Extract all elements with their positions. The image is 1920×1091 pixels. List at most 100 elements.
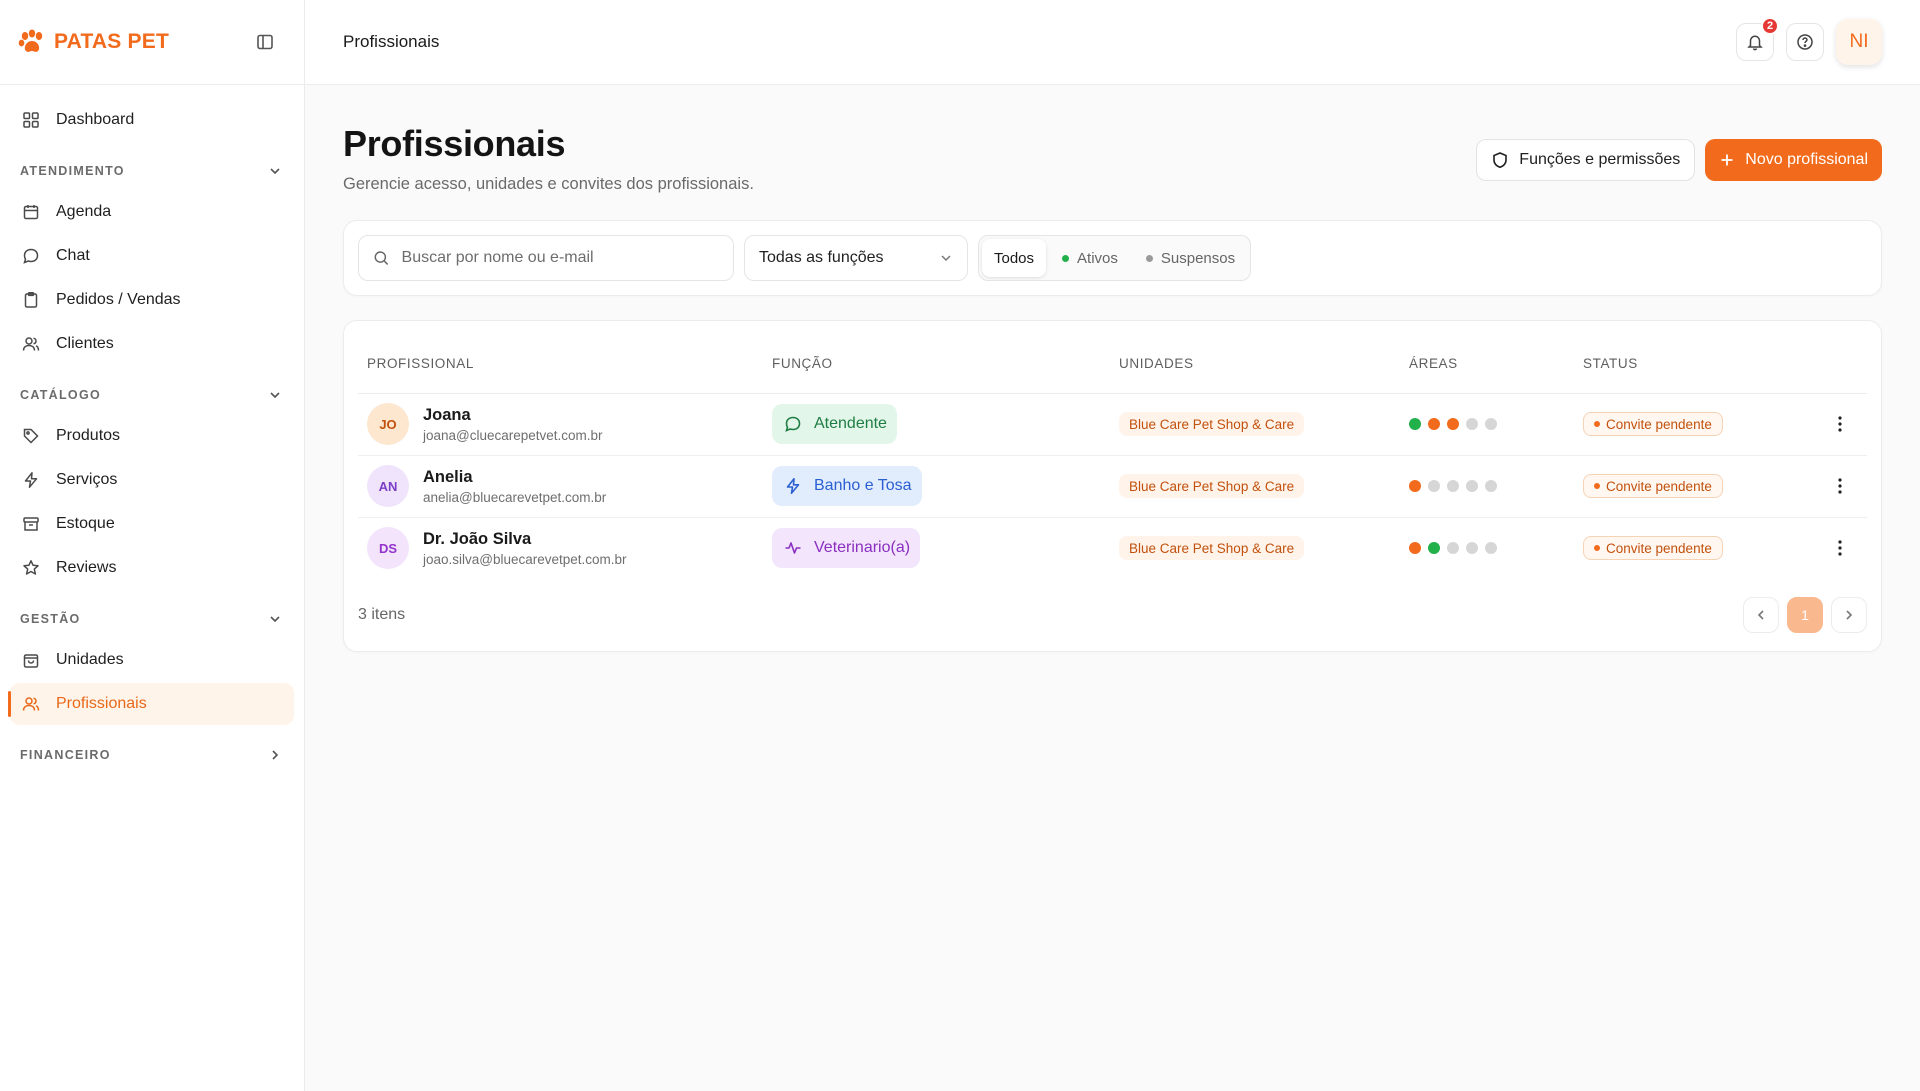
search-field[interactable] — [358, 235, 734, 281]
shield-icon — [1493, 152, 1508, 169]
sidebar-item-profissionais[interactable]: Profissionais — [8, 683, 294, 725]
star-icon — [20, 557, 42, 579]
table-row[interactable]: JO Joana joana@cluecarepetvet.com.br Ate… — [358, 393, 1867, 456]
sidebar-item-estoque[interactable]: Estoque — [10, 503, 294, 545]
professional-cell: DS Dr. João Silva joao.silva@bluecarevet… — [367, 527, 754, 570]
more-vertical-icon — [1838, 478, 1842, 494]
role-label: Veterinario(a) — [814, 539, 911, 557]
area-dot-gray — [1466, 418, 1478, 430]
sidebar-item-chat[interactable]: Chat — [10, 235, 294, 277]
sidebar-item-clientes[interactable]: Clientes — [10, 323, 294, 365]
status-dot — [1594, 545, 1600, 552]
role-badge: Atendente — [772, 404, 897, 444]
section-atendimento[interactable]: ATENDIMENTO — [10, 151, 294, 191]
roles-permissions-label: Funções e permissões — [1519, 151, 1681, 168]
next-page-button[interactable] — [1831, 597, 1867, 633]
prev-page-button[interactable] — [1743, 597, 1779, 633]
area-dot-green — [1428, 542, 1440, 555]
professional-cell: AN Anelia anelia@bluecarevetpet.com.br — [367, 465, 754, 507]
status-badge: Convite pendente — [1583, 474, 1723, 498]
unit-tag: Blue Care Pet Shop & Care — [1119, 474, 1305, 498]
chat-icon — [20, 245, 42, 267]
section-label: ATENDIMENTO — [20, 164, 125, 178]
status-badge: Convite pendente — [1583, 412, 1723, 436]
tab-todos[interactable]: Todos — [982, 239, 1047, 277]
sidebar-nav: Dashboard ATENDIMENTO Agenda Chat Pedido… — [0, 85, 304, 789]
status-badge: Convite pendente — [1583, 536, 1723, 561]
archive-icon — [20, 513, 42, 535]
role-label: Banho e Tosa — [814, 477, 912, 494]
table-row[interactable]: AN Anelia anelia@bluecarevetpet.com.br B… — [358, 455, 1867, 518]
sidebar-item-reviews[interactable]: Reviews — [10, 547, 294, 589]
areas-indicator — [1409, 542, 1565, 555]
status-label: Convite pendente — [1606, 416, 1712, 432]
row-actions-button[interactable] — [1826, 534, 1854, 562]
pagination: 1 — [1743, 597, 1867, 633]
status-dot — [1145, 254, 1153, 262]
unit-tag: Blue Care Pet Shop & Care — [1119, 536, 1305, 561]
tab-label: Suspensos — [1160, 249, 1236, 267]
sidebar-item-dashboard[interactable]: Dashboard — [10, 99, 294, 141]
areas-indicator — [1409, 480, 1565, 492]
sidebar-item-label: Estoque — [56, 515, 115, 532]
sidebar-item-unidades[interactable]: Unidades — [10, 639, 294, 681]
avatar: JO — [367, 403, 409, 445]
filter-bar: Todas as funções Todos Ativos Suspensos — [343, 220, 1882, 296]
role-filter-select[interactable]: Todas as funções — [744, 235, 968, 281]
status-label: Convite pendente — [1606, 478, 1712, 494]
column-header[interactable]: FUNÇÃO — [763, 335, 1110, 394]
sidebar-item-servicos[interactable]: Serviços — [10, 459, 294, 501]
professional-cell: JO Joana joana@cluecarepetvet.com.br — [367, 403, 754, 445]
sidebar-item-produtos[interactable]: Produtos — [10, 415, 294, 457]
row-actions-button[interactable] — [1826, 410, 1854, 438]
area-dot-gray — [1447, 542, 1459, 555]
tab-ativos[interactable]: Ativos — [1050, 239, 1130, 277]
chevron-right-icon — [1846, 610, 1853, 620]
brand-logo[interactable]: PATAS PET — [18, 29, 169, 55]
header-actions: Funções e permissões Novo profissional — [1476, 139, 1882, 181]
sidebar-item-pedidos[interactable]: Pedidos / Vendas — [10, 279, 294, 321]
unit-tag: Blue Care Pet Shop & Care — [1119, 412, 1305, 436]
roles-permissions-button[interactable]: Funções e permissões — [1476, 139, 1696, 181]
status-dot — [1594, 483, 1600, 489]
professional-name: Joana — [423, 405, 471, 424]
column-header[interactable]: UNIDADES — [1110, 335, 1400, 394]
sidebar-toggle-button[interactable] — [250, 27, 280, 57]
section-gestao[interactable]: GESTÃO — [10, 599, 294, 639]
main-content: Profissionais Gerencie acesso, unidades … — [305, 85, 1920, 1091]
sidebar-item-label: Chat — [56, 247, 90, 264]
column-header[interactable]: ÁREAS — [1400, 335, 1574, 394]
section-label: FINANCEIRO — [20, 748, 111, 762]
page-button[interactable]: 1 — [1787, 597, 1823, 633]
area-dot-orange — [1428, 418, 1440, 430]
section-label: GESTÃO — [20, 612, 81, 626]
column-header[interactable]: PROFISSIONAL — [358, 335, 763, 394]
professionals-table-card: PROFISSIONAL FUNÇÃO UNIDADES ÁREAS STATU… — [343, 320, 1882, 652]
area-dot-gray — [1485, 418, 1497, 430]
section-financeiro[interactable]: FINANCEIRO — [10, 735, 294, 775]
table-header-row: PROFISSIONAL FUNÇÃO UNIDADES ÁREAS STATU… — [358, 335, 1867, 394]
sidebar-item-agenda[interactable]: Agenda — [10, 191, 294, 233]
search-input[interactable] — [401, 249, 719, 267]
row-actions-button[interactable] — [1826, 472, 1854, 500]
users-icon — [20, 693, 42, 715]
notification-count-badge: 2 — [1761, 17, 1779, 35]
professional-email: anelia@bluecarevetpet.com.br — [423, 489, 607, 505]
tab-suspensos[interactable]: Suspensos — [1134, 239, 1247, 277]
sidebar-item-label: Serviços — [56, 471, 118, 488]
chevron-down-icon — [268, 612, 282, 626]
help-circle-icon — [1797, 34, 1813, 50]
column-header[interactable]: STATUS — [1574, 335, 1814, 394]
role-badge: Banho e Tosa — [772, 466, 922, 506]
area-dot-gray — [1466, 480, 1478, 492]
notifications-button[interactable]: 2 — [1736, 17, 1779, 61]
new-professional-button[interactable]: Novo profissional — [1705, 139, 1882, 181]
sidebar-item-label: Agenda — [56, 203, 112, 220]
section-label: CATÁLOGO — [20, 388, 101, 402]
sidebar: PATAS PET Dashboard ATENDIMENTO Agenda C… — [0, 0, 305, 1091]
help-button[interactable] — [1786, 23, 1824, 61]
section-catalogo[interactable]: CATÁLOGO — [10, 375, 294, 415]
user-avatar[interactable]: NI — [1836, 19, 1882, 65]
professional-email: joana@cluecarepetvet.com.br — [423, 427, 603, 443]
table-row[interactable]: DS Dr. João Silva joao.silva@bluecarevet… — [358, 517, 1867, 579]
